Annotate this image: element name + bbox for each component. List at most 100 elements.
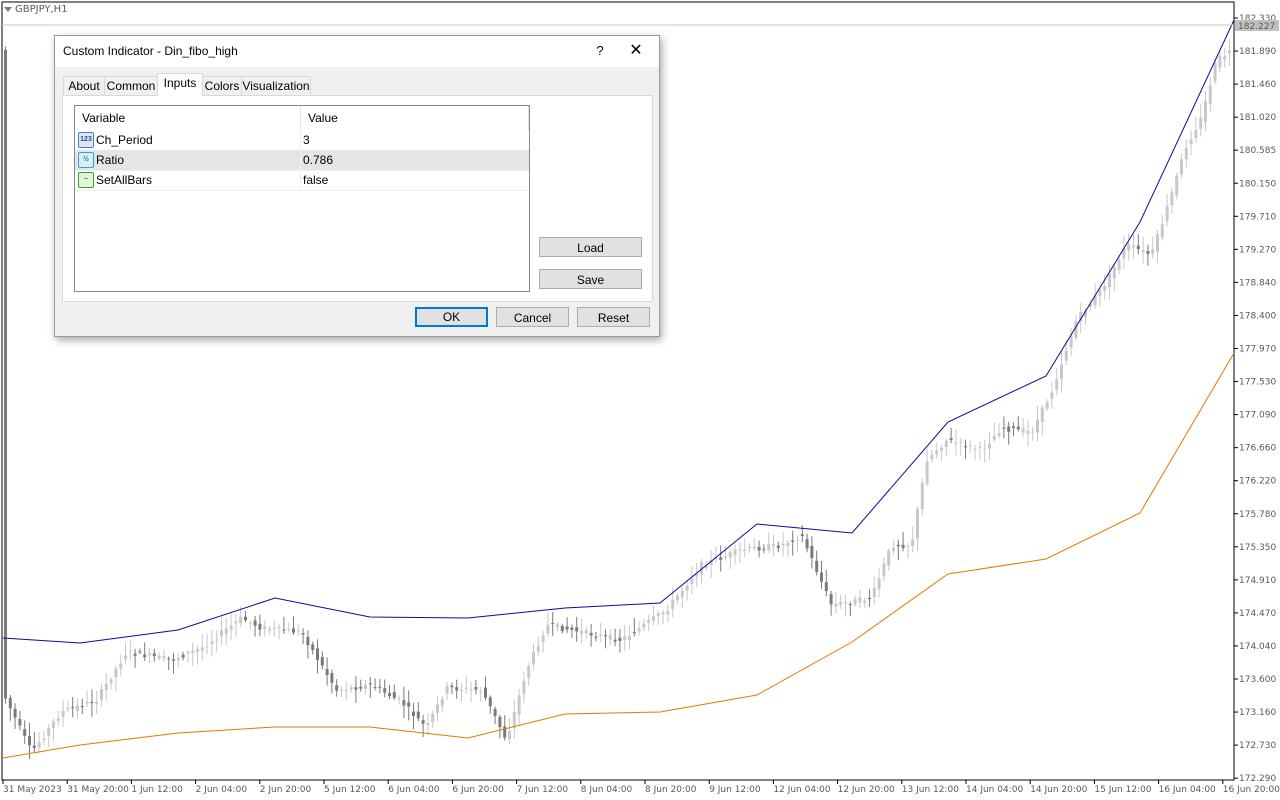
dialog-titlebar[interactable]: Custom Indicator - Din_fibo_high ? ✕: [55, 36, 659, 67]
candle-body: [90, 701, 94, 704]
candle-body: [383, 688, 387, 693]
candle-body: [80, 706, 84, 708]
candle-body: [277, 626, 281, 629]
candle-body: [997, 433, 1001, 436]
variable-value[interactable]: 0.786: [303, 150, 333, 170]
candle-body: [877, 578, 881, 590]
candle-body: [18, 719, 22, 726]
x-axis-tick-label: 13 Jun 12:00: [902, 785, 959, 795]
candle-body: [1175, 175, 1179, 196]
variable-value[interactable]: false: [303, 170, 328, 190]
close-icon[interactable]: ✕: [621, 40, 651, 62]
candle-body: [724, 556, 727, 558]
candle-body: [690, 578, 694, 584]
candle-body: [858, 597, 862, 603]
candle-body: [1199, 117, 1203, 129]
candle-body: [1108, 273, 1111, 288]
candle-body: [455, 687, 459, 691]
candle-body: [47, 728, 51, 736]
candle-body: [565, 626, 569, 630]
candle-body: [282, 629, 286, 631]
variable-name: Ch_Period: [96, 133, 153, 147]
candle-body: [474, 687, 478, 690]
ok-button[interactable]: OK: [415, 307, 488, 327]
grid-row-setallbars[interactable]: ~ SetAllBars false: [75, 170, 529, 191]
candle-body: [37, 742, 41, 748]
x-axis-tick-label: 31 May 2023: [3, 785, 62, 795]
candle-body: [853, 598, 857, 605]
candle-body: [4, 49, 7, 699]
y-axis-tick-label: 173.160: [1239, 708, 1276, 718]
candle-body: [296, 630, 300, 632]
candle-body: [162, 656, 166, 659]
x-axis-tick-label: 6 Jun 04:00: [388, 785, 440, 795]
candle-body: [949, 438, 953, 440]
candle-body: [959, 441, 963, 443]
candle-body: [872, 587, 876, 598]
reset-button[interactable]: Reset: [577, 307, 650, 327]
tab-colors[interactable]: Colors: [202, 76, 242, 95]
candle-body: [1151, 249, 1155, 254]
candle-body: [268, 629, 271, 631]
cell-divider: [300, 150, 301, 170]
candle-body: [378, 686, 382, 688]
candle-body: [685, 585, 689, 591]
cancel-button[interactable]: Cancel: [496, 307, 569, 327]
candle-body: [752, 547, 756, 549]
tab-visualization[interactable]: Visualization: [241, 76, 311, 95]
candle-body: [407, 702, 411, 707]
candle-body: [234, 621, 238, 624]
candle-body: [344, 690, 348, 692]
candle-body: [450, 685, 454, 688]
candle-body: [402, 700, 406, 706]
candle-body: [796, 539, 799, 541]
x-axis-tick-label: 12 Jun 20:00: [838, 785, 895, 795]
candle-body: [1146, 251, 1150, 254]
grid-row-ch-period[interactable]: 123 Ch_Period 3: [75, 130, 529, 151]
variable-value[interactable]: 3: [303, 130, 310, 150]
candle-body: [1098, 290, 1102, 297]
x-axis-tick-label: 2 Jun 20:00: [260, 785, 312, 795]
candle-body: [1021, 428, 1025, 433]
candle-body: [493, 708, 497, 717]
x-axis-tick-label: 31 May 20:00: [67, 785, 129, 795]
chart-menu-icon[interactable]: [4, 6, 12, 12]
candle-body: [892, 547, 895, 552]
candle-body: [311, 644, 315, 651]
candle-body: [983, 448, 987, 450]
candle-body: [13, 708, 17, 718]
x-axis-tick-label: 7 Jun 12:00: [517, 785, 569, 795]
candle-body: [1156, 234, 1159, 252]
load-button[interactable]: Load: [539, 237, 642, 257]
candle-body: [733, 549, 737, 556]
candle-body: [76, 705, 79, 711]
tab-about[interactable]: About: [63, 76, 105, 95]
x-axis-tick-label: 6 Jun 20:00: [452, 785, 504, 795]
candle-body: [28, 736, 31, 746]
tab-common[interactable]: Common: [104, 76, 158, 95]
candle-body: [1031, 431, 1035, 433]
candle-body: [248, 622, 252, 624]
candle-body: [642, 623, 646, 628]
candle-body: [119, 663, 123, 669]
save-button[interactable]: Save: [539, 269, 642, 289]
custom-indicator-dialog: Custom Indicator - Din_fibo_high ? ✕ Abo…: [54, 35, 660, 337]
candle-body: [1184, 147, 1188, 160]
cell-divider: [300, 170, 301, 190]
x-axis-tick-label: 1 Jun 12:00: [131, 785, 183, 795]
column-header-variable[interactable]: Variable: [82, 106, 125, 130]
candle-body: [560, 625, 564, 632]
x-axis-tick-label: 8 Jun 20:00: [645, 785, 697, 795]
candle-body: [911, 539, 915, 547]
candle-body: [757, 546, 761, 551]
y-axis-tick-label: 181.890: [1239, 47, 1276, 57]
tab-inputs[interactable]: Inputs: [157, 73, 203, 96]
column-divider[interactable]: [300, 106, 301, 130]
candle-body: [776, 545, 780, 548]
candle-body: [580, 630, 583, 634]
y-axis-tick-label: 172.290: [1239, 774, 1276, 784]
grid-row-ratio[interactable]: ½ Ratio 0.786: [75, 150, 529, 171]
candle-body: [728, 552, 732, 558]
column-header-value[interactable]: Value: [308, 106, 338, 130]
help-button[interactable]: ?: [585, 40, 615, 62]
